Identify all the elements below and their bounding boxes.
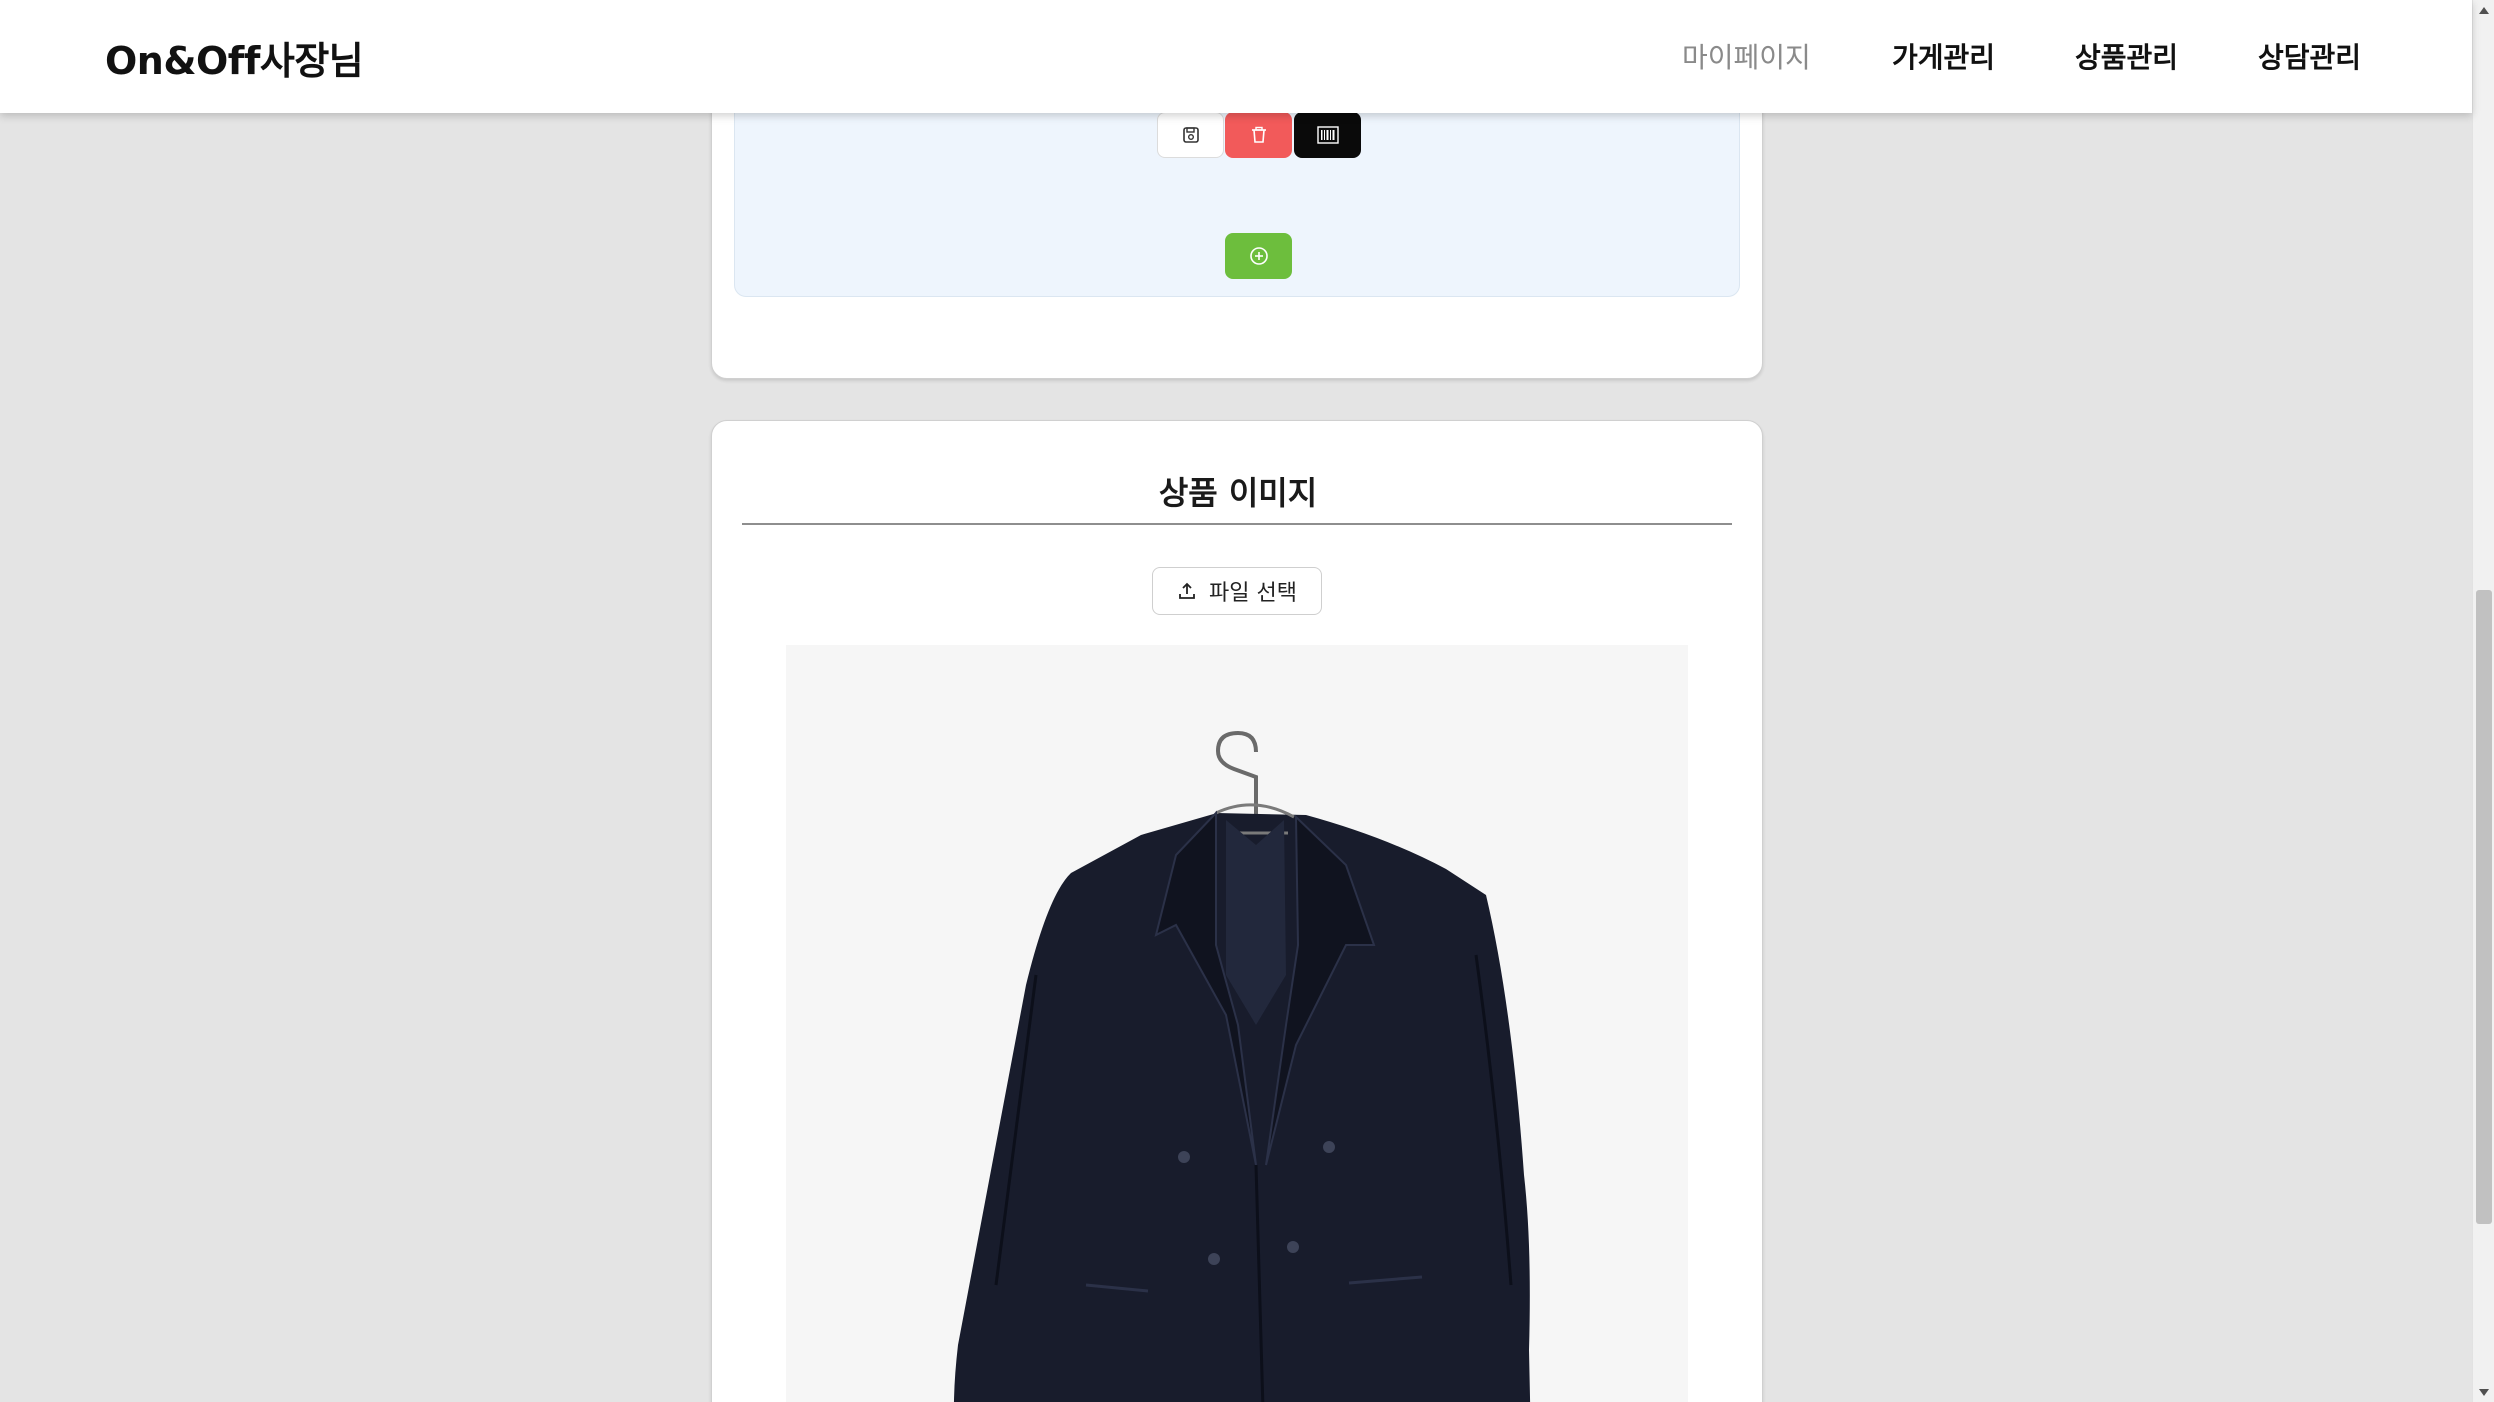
nav-product-management[interactable]: 상품관리	[2075, 36, 2178, 76]
nav-store-management[interactable]: 가게관리	[1892, 36, 1995, 76]
product-image	[786, 645, 1688, 1402]
brand-logo[interactable]: On&Off사장님	[105, 30, 364, 85]
product-image-card: 상품 이미지 파일 선택	[711, 420, 1763, 1402]
delete-option-button[interactable]	[1225, 112, 1292, 158]
scroll-thumb[interactable]	[2476, 590, 2492, 1224]
trash-icon	[1251, 126, 1266, 143]
file-select-button[interactable]: 파일 선택	[1152, 567, 1322, 615]
plus-circle-icon	[1249, 247, 1268, 265]
nav-mypage[interactable]: 마이페이지	[1682, 36, 1811, 76]
nav-consultation-management[interactable]: 상담관리	[2258, 36, 2361, 76]
barcode-button[interactable]	[1294, 112, 1361, 158]
scroll-down-icon[interactable]	[2479, 1389, 2489, 1396]
save-option-button[interactable]	[1157, 112, 1224, 158]
upload-icon	[1179, 582, 1195, 599]
vertical-scrollbar[interactable]	[2472, 0, 2494, 1402]
save-icon	[1182, 127, 1199, 143]
page: 상품 이미지 파일 선택 On&Off사장님 마이페이지 가게관리 상품관리 상…	[0, 0, 2494, 1402]
scroll-up-icon[interactable]	[2479, 7, 2489, 14]
section-title: 상품 이미지	[1158, 474, 1318, 512]
add-option-button[interactable]	[1225, 233, 1292, 279]
barcode-icon	[1316, 126, 1339, 144]
section-divider	[742, 523, 1732, 525]
top-header: On&Off사장님 마이페이지 가게관리 상품관리 상담관리	[0, 0, 2472, 113]
file-select-label: 파일 선택	[1209, 581, 1297, 606]
